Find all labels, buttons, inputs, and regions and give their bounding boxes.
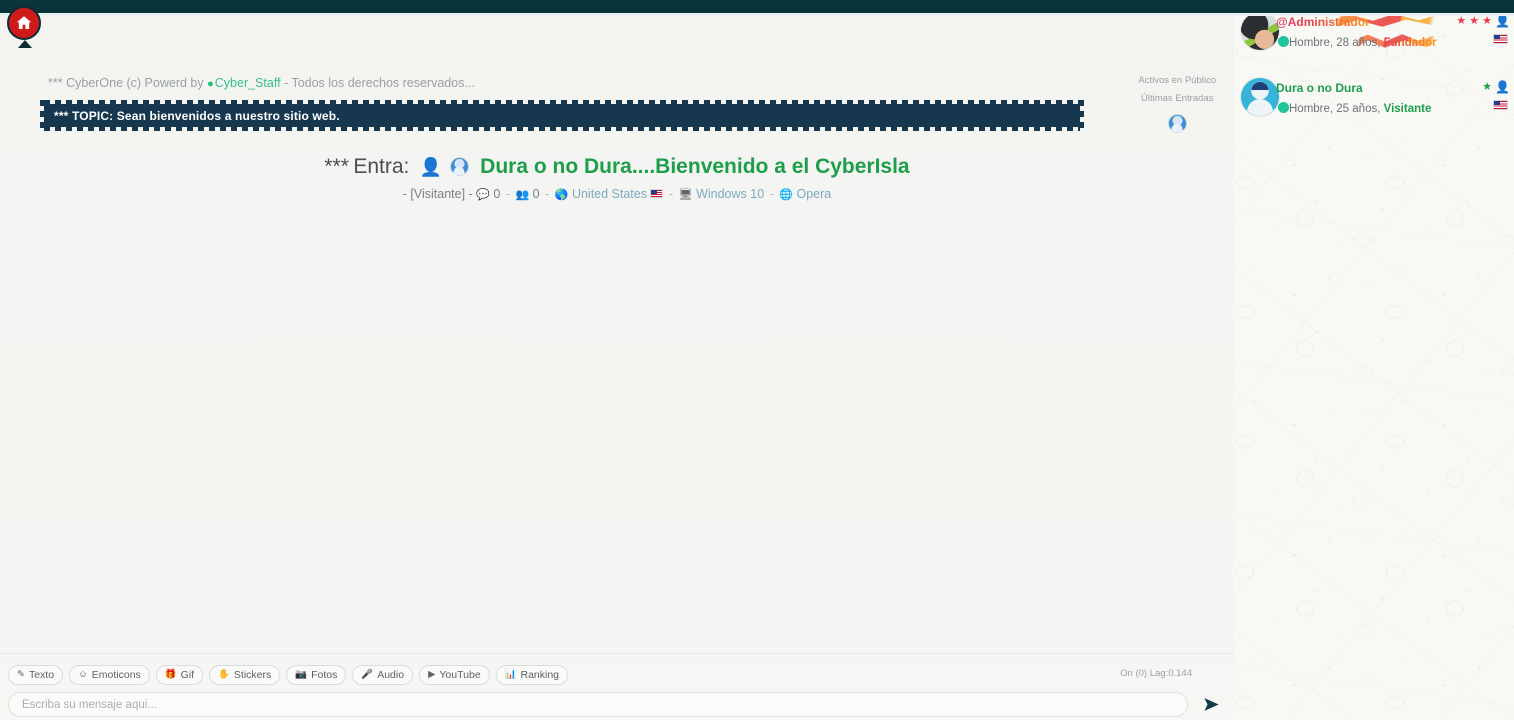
online-status-dot [1278,102,1289,113]
play-icon: ▶ [428,669,436,681]
star-icon: ★ [1482,14,1493,27]
chat-area: *** CyberOne (c) Powerd by ●Cyber_Staff … [0,16,1234,653]
us-flag-icon [650,189,664,199]
avatar-icon [449,156,469,176]
tool-button-texto[interactable]: ✎ Texto [8,665,64,685]
tool-label: Fotos [311,669,338,681]
star-icon: ★ [1482,80,1493,93]
copyright-line: *** CyberOne (c) Powerd by ●Cyber_Staff … [48,76,475,90]
user-list-item[interactable]: Dura o no Dura Hombre, 25 años, Visitant… [1234,69,1514,135]
bar-chart-icon: 📊 [504,669,517,681]
user-role-badge: Fundador [1383,37,1437,49]
cyber-staff-link[interactable]: Cyber_Staff [215,76,281,90]
user-name[interactable]: Dura o no Dura [1276,81,1363,95]
user-badges: ★ 👤 [1482,81,1510,93]
message-input[interactable] [8,692,1188,717]
monitor-icon: 🖥 [678,189,693,201]
home-logo-button[interactable] [7,6,41,48]
microphone-icon: 🎤 [361,669,374,681]
topic-banner: *** TOPIC: Sean bienvenidos a nuestro si… [40,100,1084,131]
logo-pointer [18,40,32,48]
shield-icon: ● [207,78,214,90]
copyright-suffix: - Todos los derechos reservados... [284,76,475,90]
users-icon: 👥 [515,189,530,201]
avatar[interactable] [1240,11,1280,51]
meta-messages-count: 0 [493,187,501,201]
globe-icon: 🌎 [554,189,569,201]
tool-button-youtube[interactable]: ▶ YouTube [419,665,490,685]
send-button[interactable] [1196,692,1226,717]
home-icon [7,6,41,40]
tool-label: YouTube [439,669,481,681]
join-message-stars: *** [324,155,349,178]
tool-label: Audio [377,669,405,681]
person-icon[interactable]: 👤 [1495,15,1510,27]
user-demographics: Hombre, 25 años, [1289,103,1381,115]
composer-tools: ✎ Texto ☺ Emoticons 🎁 Gif ✋ Stickers 📷 F… [8,665,569,685]
avatar-icon[interactable] [1167,114,1187,133]
composer-bar: ✎ Texto ☺ Emoticons 🎁 Gif ✋ Stickers 📷 F… [0,653,1234,720]
person-icon[interactable]: 👤 [1495,81,1510,93]
us-flag-icon [1493,34,1508,44]
person-icon: 👤 [419,156,443,177]
user-demographics: Hombre, 28 años, [1289,37,1381,49]
join-message-meta: - [Visitante] - 💬 0 - 👥 0 - 🌎 United Sta… [402,187,832,201]
connection-status: On (0) Lag:0.144 [1120,668,1192,679]
tool-label: Texto [28,669,55,681]
sticker-icon: ✋ [218,669,230,681]
meta-os: Windows 10 [696,187,765,201]
browser-globe-icon: 🌐 [779,189,793,201]
user-badges: ★ ★ ★ 👤 [1456,15,1510,27]
meta-country: United States [571,187,647,201]
smiley-icon: ☺ [78,669,88,681]
user-list-sidebar: @Administrador Hombre, 28 años, Fundador… [1234,0,1514,720]
join-message: *** Entra: 👤 Dura o no Dura....Bienvenid… [0,155,1234,179]
meta-role: - [Visitante] - [402,187,473,201]
gift-icon: 🎁 [164,669,177,681]
message-input-row [8,692,1226,717]
tool-button-gif[interactable]: 🎁 Gif [155,665,204,685]
user-details: Hombre, 28 años, Fundador [1289,37,1437,49]
user-name[interactable]: @Administrador [1276,15,1370,29]
tool-button-emoticons[interactable]: ☺ Emoticons [69,665,150,685]
star-icon: ★ [1469,14,1480,27]
chat-bubble-icon: 💬 [476,189,490,201]
send-icon [1203,698,1219,711]
topic-banner-right-edge [1080,100,1084,131]
tool-button-fotos[interactable]: 📷 Fotos [286,665,347,685]
tool-button-stickers[interactable]: ✋ Stickers [209,665,281,685]
tool-label: Emoticons [91,669,141,681]
user-details: Hombre, 25 años, Visitante [1289,103,1431,115]
tool-label: Stickers [233,669,272,681]
online-status-dot [1278,36,1289,47]
label-active-public[interactable]: Activos en Público [1138,72,1216,90]
topic-text: *** TOPIC: Sean bienvenidos a nuestro si… [54,108,340,123]
tool-button-ranking[interactable]: 📊 Ranking [495,665,569,685]
camera-icon: 📷 [295,669,308,681]
side-labels: Activos en Público Últimas Entradas [1138,72,1216,133]
tool-label: Ranking [520,669,560,681]
star-icon: ★ [1456,14,1467,27]
top-bar [0,0,1514,13]
meta-browser: Opera [796,187,832,201]
pencil-square-icon: ✎ [17,669,25,681]
label-recent-entries[interactable]: Últimas Entradas [1138,90,1216,108]
meta-users-count: 0 [532,187,540,201]
avatar[interactable] [1240,77,1280,117]
us-flag-icon [1493,100,1508,110]
tool-button-audio[interactable]: 🎤 Audio [352,665,414,685]
join-message-label: Entra: [353,155,410,178]
user-role-badge: Visitante [1383,103,1432,115]
copyright-prefix: *** CyberOne (c) Powerd by [48,76,204,90]
tool-label: Gif [180,669,195,681]
join-message-username[interactable]: Dura o no Dura....Bienvenido a el CyberI… [480,155,909,178]
top-bar-edge [0,13,1514,16]
